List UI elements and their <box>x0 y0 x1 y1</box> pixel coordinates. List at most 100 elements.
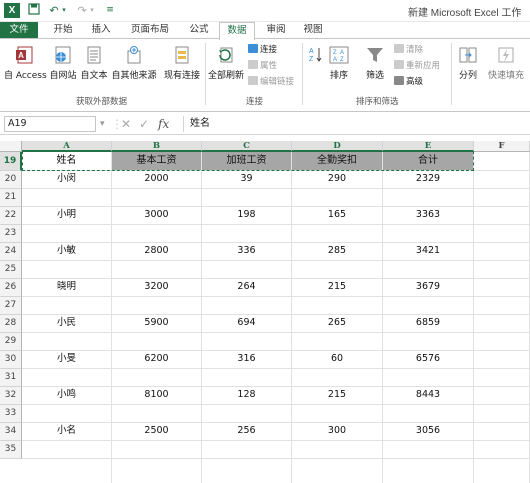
header-cell-total[interactable]: 合计 <box>383 152 473 170</box>
row-header-29[interactable]: 29 <box>0 333 22 351</box>
table-cell[interactable]: 晓明 <box>22 281 111 296</box>
formula-input[interactable]: 姓名 <box>183 116 528 132</box>
table-cell[interactable]: 小民 <box>22 317 111 332</box>
row-header-22[interactable]: 22 <box>0 207 22 225</box>
from-access-button[interactable]: A 自 Access <box>4 45 47 81</box>
row-header-26[interactable]: 26 <box>0 279 22 297</box>
tab-insert[interactable]: 插入 <box>84 22 118 39</box>
cancel-icon[interactable]: ✕ <box>121 116 131 132</box>
advanced-filter-button[interactable]: 高级 <box>394 76 423 88</box>
table-cell[interactable]: 小闵 <box>22 173 111 188</box>
table-cell[interactable]: 39 <box>202 173 291 188</box>
from-other-sources-button[interactable]: 自其他来源 <box>110 45 158 81</box>
sort-az-button[interactable]: AZ <box>306 45 326 68</box>
row-header-20[interactable]: 20 <box>0 171 22 189</box>
table-cell[interactable]: 60 <box>292 353 382 368</box>
name-box[interactable]: A19 <box>4 116 96 132</box>
table-cell[interactable]: 215 <box>292 389 382 404</box>
tab-view[interactable]: 视图 <box>296 22 330 39</box>
save-icon[interactable] <box>26 3 42 18</box>
table-cell[interactable]: 3363 <box>383 209 473 224</box>
table-cell[interactable]: 290 <box>292 173 382 188</box>
undo-dropdown-icon[interactable]: ▾ <box>60 3 68 18</box>
properties-button[interactable]: 属性 <box>248 60 277 72</box>
row-header-28[interactable]: 28 <box>0 315 22 333</box>
table-cell[interactable]: 2329 <box>383 173 473 188</box>
table-cell[interactable]: 2800 <box>112 245 201 260</box>
table-cell[interactable]: 3679 <box>383 281 473 296</box>
row-header-19[interactable]: 19 <box>0 152 22 171</box>
row-header-24[interactable]: 24 <box>0 243 22 261</box>
table-cell[interactable]: 小鸣 <box>22 389 111 404</box>
refresh-all-button[interactable]: 全部刷新 <box>207 45 245 81</box>
table-cell[interactable]: 3056 <box>383 425 473 440</box>
header-cell-overtime-pay[interactable]: 加班工资 <box>202 152 291 170</box>
tab-page-layout[interactable]: 页面布局 <box>124 22 176 39</box>
table-cell[interactable]: 3421 <box>383 245 473 260</box>
column-header-b[interactable]: B <box>112 141 202 152</box>
column-header-f[interactable]: F <box>474 141 530 152</box>
table-cell[interactable]: 2500 <box>112 425 201 440</box>
table-cell[interactable]: 3200 <box>112 281 201 296</box>
column-header-a[interactable]: A <box>22 141 112 152</box>
column-header-c[interactable]: C <box>202 141 292 152</box>
row-header-23[interactable]: 23 <box>0 225 22 243</box>
row-header-32[interactable]: 32 <box>0 387 22 405</box>
tab-file[interactable]: 文件 <box>0 22 38 39</box>
table-cell[interactable]: 264 <box>202 281 291 296</box>
table-cell[interactable]: 316 <box>202 353 291 368</box>
name-box-dropdown-icon[interactable]: ▾ <box>100 116 105 132</box>
table-cell[interactable]: 6576 <box>383 353 473 368</box>
filter-button[interactable]: 筛选 <box>362 45 388 81</box>
table-cell[interactable]: 5900 <box>112 317 201 332</box>
row-header-25[interactable]: 25 <box>0 261 22 279</box>
connections-button[interactable]: 连接 <box>248 44 277 56</box>
clear-filter-button[interactable]: 清除 <box>394 44 423 56</box>
row-header-35[interactable]: 35 <box>0 441 22 459</box>
tab-data[interactable]: 数据 <box>219 22 255 40</box>
table-cell[interactable]: 8443 <box>383 389 473 404</box>
table-cell[interactable]: 小敏 <box>22 245 111 260</box>
table-cell[interactable]: 165 <box>292 209 382 224</box>
row-header-30[interactable]: 30 <box>0 351 22 369</box>
edit-links-button[interactable]: 编辑链接 <box>248 76 294 88</box>
table-cell[interactable]: 2000 <box>112 173 201 188</box>
column-header-d[interactable]: D <box>292 141 383 152</box>
customize-qat-icon[interactable]: ≡ <box>102 3 118 18</box>
table-cell[interactable]: 小名 <box>22 425 111 440</box>
row-header-27[interactable]: 27 <box>0 297 22 315</box>
table-cell[interactable]: 694 <box>202 317 291 332</box>
row-header-33[interactable]: 33 <box>0 405 22 423</box>
table-cell[interactable]: 128 <box>202 389 291 404</box>
flash-fill-button[interactable]: 快速填充 <box>485 45 527 81</box>
row-header-21[interactable]: 21 <box>0 189 22 207</box>
table-cell[interactable]: 小明 <box>22 209 111 224</box>
tab-home[interactable]: 开始 <box>46 22 80 39</box>
header-cell-base-salary[interactable]: 基本工资 <box>112 152 201 170</box>
table-cell[interactable]: 285 <box>292 245 382 260</box>
table-cell[interactable]: 6859 <box>383 317 473 332</box>
table-cell[interactable]: 265 <box>292 317 382 332</box>
row-header-34[interactable]: 34 <box>0 423 22 441</box>
from-web-button[interactable]: 自网站 <box>48 45 78 81</box>
enter-icon[interactable]: ✓ <box>139 116 149 132</box>
column-header-e[interactable]: E <box>383 141 474 152</box>
table-cell[interactable]: 3000 <box>112 209 201 224</box>
tab-formulas[interactable]: 公式 <box>182 22 216 39</box>
table-cell[interactable]: 198 <box>202 209 291 224</box>
sort-button[interactable]: ZAAZ 排序 <box>326 45 352 81</box>
table-cell[interactable]: 8100 <box>112 389 201 404</box>
text-to-columns-button[interactable]: 分列 <box>455 45 481 81</box>
worksheet-grid[interactable]: A B C D E F 19 20 21 22 23 24 25 26 27 28 29 30 31 32 33 34 35… <box>0 141 530 483</box>
table-cell[interactable]: 300 <box>292 425 382 440</box>
from-text-button[interactable]: 自文本 <box>79 45 109 81</box>
table-cell[interactable]: 256 <box>202 425 291 440</box>
redo-dropdown-icon[interactable]: ▾ <box>88 3 96 18</box>
existing-connections-button[interactable]: 现有连接 <box>162 45 202 81</box>
table-cell[interactable]: 小旻 <box>22 353 111 368</box>
header-cell-name[interactable]: 姓名 <box>22 152 111 170</box>
tab-review[interactable]: 审阅 <box>259 22 293 39</box>
row-header-31[interactable]: 31 <box>0 369 22 387</box>
table-cell[interactable]: 336 <box>202 245 291 260</box>
reapply-button[interactable]: 重新应用 <box>394 60 440 72</box>
